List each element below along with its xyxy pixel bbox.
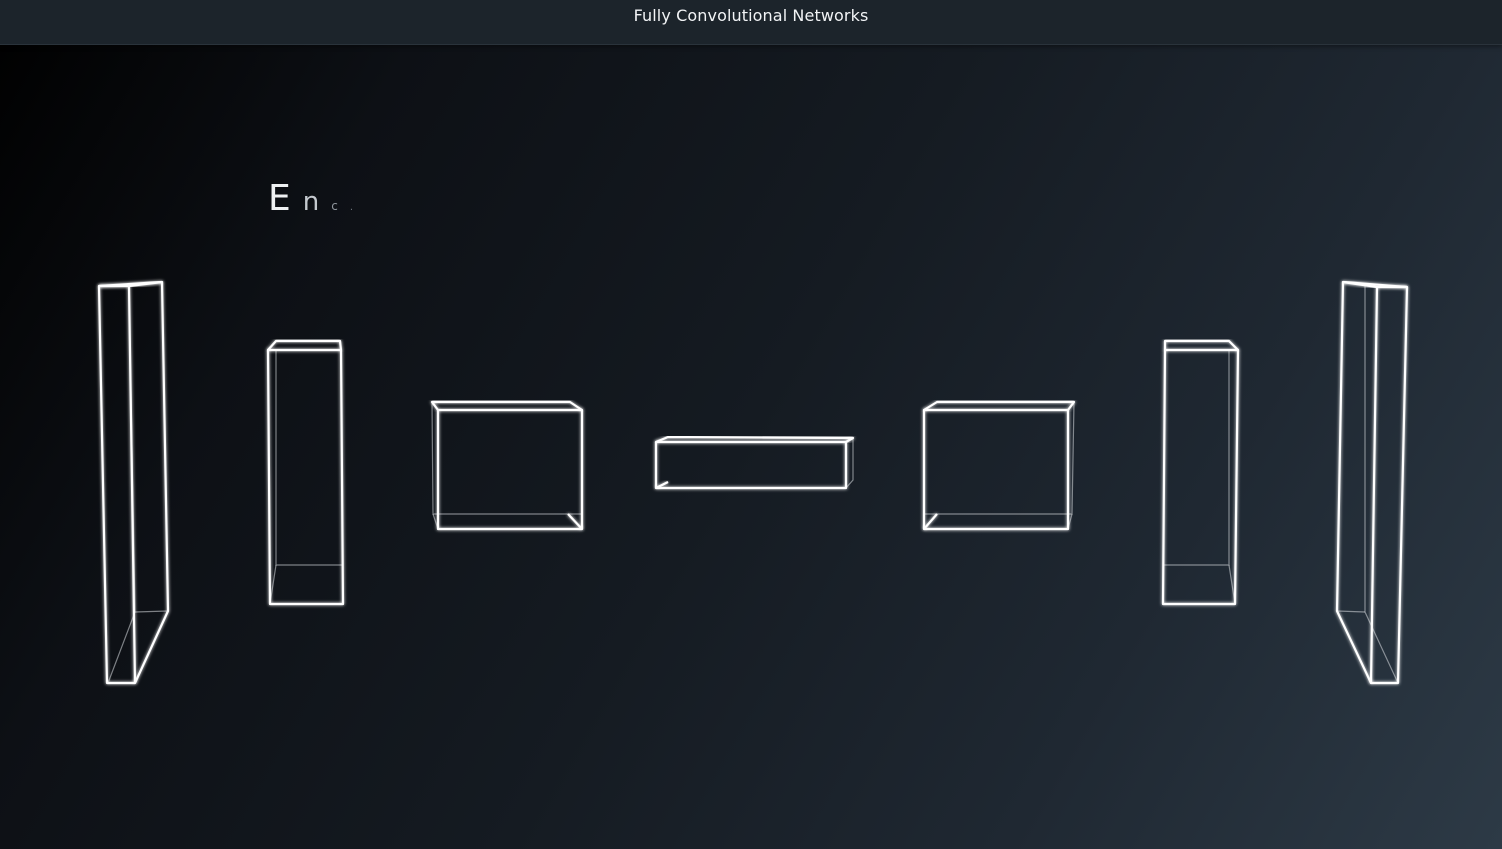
title-bar: Fully Convolutional Networks [0,0,1502,45]
layer-box-3 [430,400,584,531]
layer-box-4 [654,435,855,490]
visualization-canvas[interactable]: Enc. [0,45,1502,849]
layer-box-1 [97,280,170,685]
layer-box-7 [1335,280,1409,685]
layer-box-5 [922,400,1076,531]
layer-box-2 [266,339,345,606]
window-title: Fully Convolutional Networks [633,5,869,25]
network-layers [97,280,1409,685]
layer-box-6 [1161,339,1240,606]
